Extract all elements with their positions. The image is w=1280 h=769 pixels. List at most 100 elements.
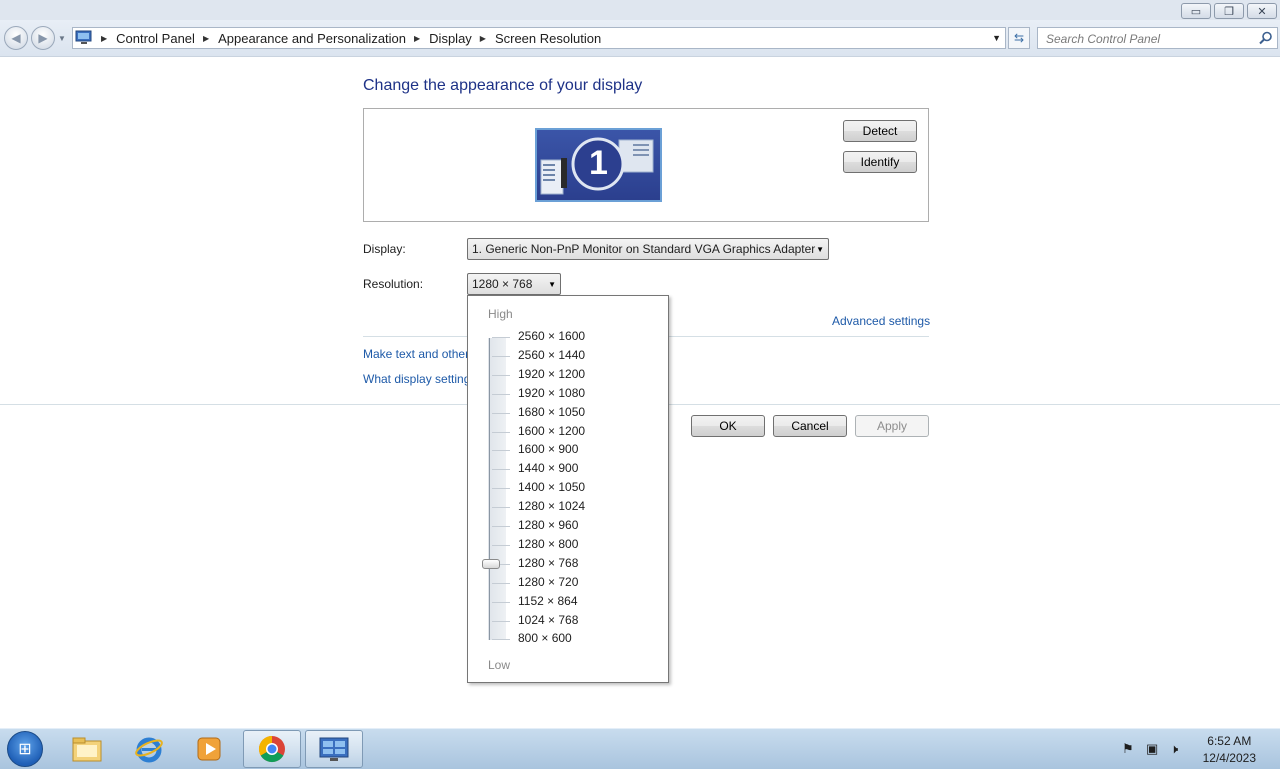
resolution-option[interactable]: 1440 × 900 (518, 461, 578, 475)
breadcrumb-arrow-icon[interactable]: ▶ (203, 34, 209, 43)
search-input[interactable] (1044, 30, 1248, 48)
text-size-link[interactable]: Make text and other (363, 347, 469, 361)
refresh-icon: ⇆ (1013, 31, 1025, 45)
display-select-value: 1. Generic Non-PnP Monitor on Standard V… (472, 242, 816, 256)
media-player-button[interactable] (180, 730, 238, 768)
forward-button[interactable]: ▶ (31, 26, 55, 50)
identify-button[interactable]: Identify (843, 151, 917, 173)
address-bar[interactable]: ▶ Control Panel ▶ Appearance and Persona… (72, 27, 1006, 49)
resolution-option[interactable]: 1600 × 900 (518, 442, 578, 456)
internet-explorer-button[interactable] (120, 730, 178, 768)
detect-button[interactable]: Detect (843, 120, 917, 142)
network-icon[interactable]: ▣ (1146, 741, 1158, 757)
resolution-option[interactable]: 1400 × 1050 (518, 480, 585, 494)
close-button[interactable]: ✕ (1247, 3, 1277, 19)
slider-line (489, 338, 490, 640)
control-panel-button[interactable] (305, 730, 363, 768)
chevron-down-icon: ▼ (816, 245, 824, 254)
refresh-button[interactable]: ⇆ (1008, 27, 1030, 49)
apply-button[interactable]: Apply (855, 415, 929, 437)
resolution-option[interactable]: 800 × 600 (518, 631, 572, 645)
window-title-bar: ▭ ❐ ✕ (0, 0, 1280, 20)
resolution-option[interactable]: 1680 × 1050 (518, 405, 585, 419)
chevron-down-icon: ▼ (548, 280, 556, 289)
slider-tick (492, 602, 510, 603)
resolution-slider-track[interactable] (488, 338, 506, 640)
slider-tick (492, 507, 510, 508)
breadcrumb-arrow-icon[interactable]: ▶ (480, 34, 486, 43)
display-settings-help-link[interactable]: What display setting (363, 372, 470, 386)
slider-tick (492, 488, 510, 489)
slider-tick (492, 621, 510, 622)
slider-tick (492, 639, 510, 640)
back-arrow-icon: ◀ (11, 31, 21, 45)
control-panel-icon (75, 30, 92, 44)
breadcrumb-control-panel[interactable]: Control Panel (116, 31, 195, 46)
slider-tick (492, 337, 510, 338)
cancel-button[interactable]: Cancel (773, 415, 847, 437)
resolution-option[interactable]: 1920 × 1200 (518, 367, 585, 381)
restore-button[interactable]: ❐ (1214, 3, 1244, 19)
breadcrumb-arrow-icon: ▶ (101, 33, 108, 43)
slider-tick (492, 450, 510, 451)
resolution-select[interactable]: 1280 × 768 ▼ (467, 273, 561, 295)
resolution-option[interactable]: 1280 × 768 (518, 556, 578, 570)
breadcrumb-display[interactable]: Display (429, 31, 472, 46)
slider-tick (492, 394, 510, 395)
resolution-option[interactable]: 2560 × 1600 (518, 329, 585, 343)
media-player-icon (197, 737, 221, 761)
back-button[interactable]: ◀ (4, 26, 28, 50)
chrome-button[interactable] (243, 730, 301, 768)
recent-pages-icon[interactable]: ▼ (58, 34, 66, 43)
resolution-option[interactable]: 1152 × 864 (518, 594, 578, 608)
clock-time: 6:52 AM (1207, 734, 1252, 748)
file-explorer-button[interactable] (58, 730, 116, 768)
resolution-slider-thumb[interactable] (482, 559, 500, 569)
control-panel-icon (319, 737, 349, 761)
breadcrumb-appearance[interactable]: Appearance and Personalization (218, 31, 406, 46)
resolution-select-value: 1280 × 768 (472, 277, 533, 291)
display-label: Display: (363, 242, 406, 256)
restore-icon: ❐ (1224, 5, 1234, 18)
resolution-option[interactable]: 1280 × 720 (518, 575, 578, 589)
minimize-button[interactable]: ▭ (1181, 3, 1211, 19)
start-button[interactable]: ⊞ (7, 731, 43, 767)
high-label: High (488, 307, 513, 321)
monitor-1-preview[interactable]: 1 (535, 128, 662, 202)
resolution-option[interactable]: 1024 × 768 (518, 613, 578, 627)
slider-tick (492, 356, 510, 357)
volume-muted-icon[interactable]: 🕨 (1170, 741, 1178, 757)
ok-button[interactable]: OK (691, 415, 765, 437)
chrome-icon (258, 735, 285, 763)
slider-tick (492, 545, 510, 546)
slider-tick (492, 526, 510, 527)
resolution-option[interactable]: 1280 × 1024 (518, 499, 585, 513)
slider-tick (492, 375, 510, 376)
folder-icon (72, 737, 102, 762)
display-select[interactable]: 1. Generic Non-PnP Monitor on Standard V… (467, 238, 829, 260)
internet-explorer-icon (135, 737, 163, 763)
close-icon: ✕ (1257, 5, 1267, 18)
breadcrumb-arrow-icon[interactable]: ▶ (414, 34, 420, 43)
resolution-option[interactable]: 2560 × 1440 (518, 348, 585, 362)
resolution-option[interactable]: 1600 × 1200 (518, 424, 585, 438)
advanced-settings-link[interactable]: Advanced settings (832, 314, 930, 328)
clock-date: 12/4/2023 (1202, 751, 1256, 765)
slider-tick (492, 469, 510, 470)
search-icon[interactable] (1259, 31, 1273, 45)
action-center-flag-icon[interactable]: ⚑ (1122, 741, 1134, 757)
search-box[interactable] (1037, 27, 1278, 49)
monitor-preview-area: 1 Detect Identify (363, 108, 929, 222)
page-title: Change the appearance of your display (363, 77, 643, 94)
resolution-option[interactable]: 1280 × 960 (518, 518, 578, 532)
resolution-dropdown: High 2560 × 1600 2560 × 1440 1920 × 1200 19… (467, 295, 669, 683)
resolution-option[interactable]: 1920 × 1080 (518, 386, 585, 400)
low-label: Low (488, 658, 511, 672)
taskbar: ⊞ ⚑ ▣ 🕨 6:52 AM 12/4/2023 (0, 728, 1280, 769)
system-clock[interactable]: 6:52 AM 12/4/2023 (1203, 733, 1256, 767)
slider-tick (492, 583, 510, 584)
resolution-label: Resolution: (363, 277, 424, 291)
breadcrumb-screen-resolution[interactable]: Screen Resolution (495, 31, 601, 46)
resolution-option[interactable]: 1280 × 800 (518, 537, 578, 551)
address-dropdown-icon[interactable]: ▼ (992, 33, 1001, 43)
